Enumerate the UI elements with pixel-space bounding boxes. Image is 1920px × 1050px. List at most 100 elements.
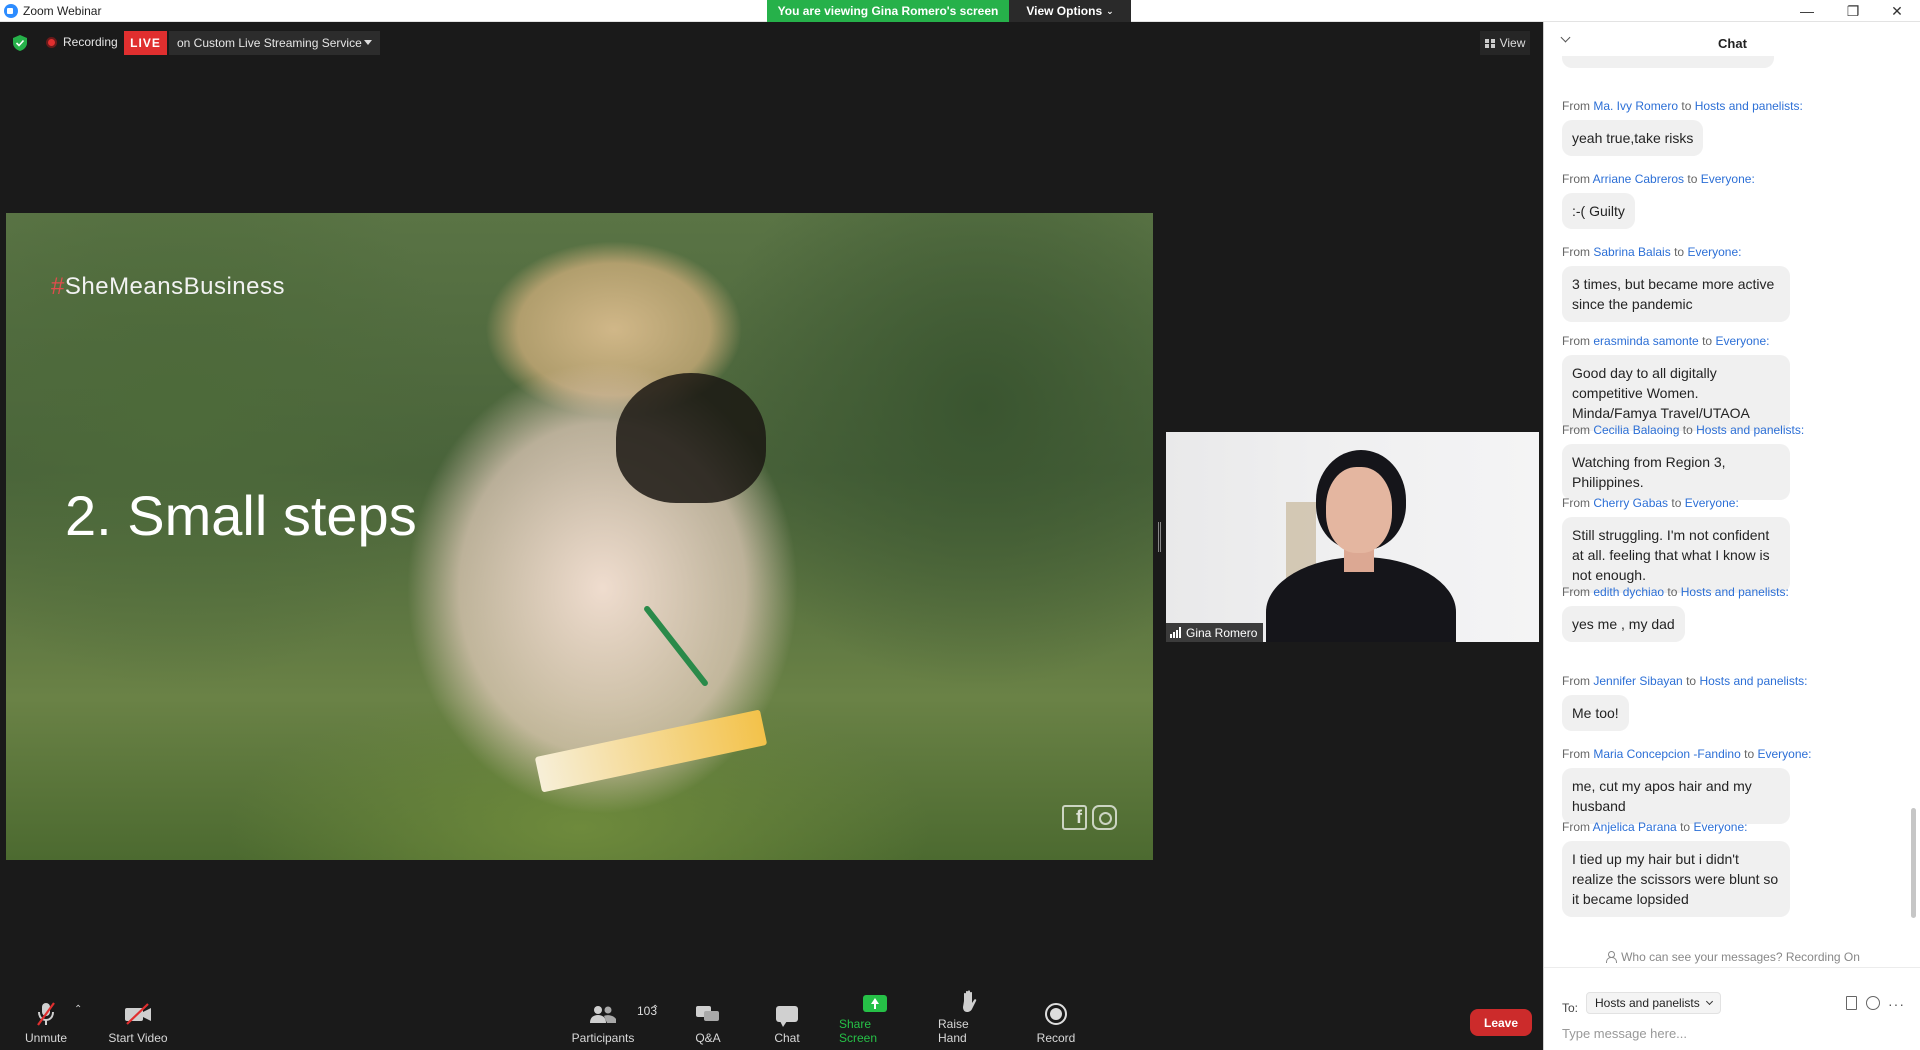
- chat-message-text: me, cut my apos hair and my husband: [1562, 768, 1790, 824]
- sender-name[interactable]: Jennifer Sibayan: [1593, 674, 1682, 688]
- meeting-toolbar: Unmute ⌃ Start Video 103 Participants ⌃ …: [0, 990, 1543, 1050]
- shield-icon[interactable]: [13, 35, 27, 51]
- close-icon[interactable]: ✕: [1874, 0, 1920, 22]
- recipient-name: Everyone:: [1684, 496, 1739, 510]
- chat-message-list[interactable]: From Ma. Ivy Romero to Hosts and panelis…: [1544, 56, 1906, 946]
- sender-name[interactable]: Sabrina Balais: [1593, 245, 1670, 259]
- share-screen-label: Share Screen: [839, 1017, 878, 1045]
- sender-name[interactable]: Arriane Cabreros: [1593, 172, 1684, 186]
- chat-message: From edith dychiao to Hosts and panelist…: [1562, 584, 1902, 642]
- slide-photo-book: [534, 709, 768, 793]
- start-video-label: Start Video: [108, 1031, 168, 1045]
- view-layout-button[interactable]: View: [1480, 31, 1530, 55]
- raise-hand-label: Raise Hand: [938, 1017, 969, 1045]
- recipient-select[interactable]: Hosts and panelists: [1586, 992, 1721, 1014]
- live-stream-label: on Custom Live Streaming Service: [177, 36, 362, 50]
- chat-message: From Sabrina Balais to Everyone: 3 times,…: [1562, 244, 1902, 322]
- chat-button[interactable]: Chat: [771, 994, 803, 1050]
- to-word: to: [1686, 674, 1697, 688]
- to-word: to: [1681, 99, 1692, 113]
- unmute-label: Unmute: [24, 1031, 68, 1045]
- share-screen-icon: [863, 995, 887, 1012]
- chat-message-header: From Ma. Ivy Romero to Hosts and panelis…: [1562, 98, 1902, 114]
- speaker-video[interactable]: Gina Romero: [1166, 432, 1539, 642]
- chat-message-text: Still struggling. I'm not confident at a…: [1562, 517, 1790, 593]
- restore-icon[interactable]: ❐: [1830, 0, 1876, 22]
- chat-message-header: From Cherry Gabas to Everyone:: [1562, 495, 1902, 511]
- chat-scrollbar[interactable]: [1911, 808, 1916, 918]
- sender-name[interactable]: Cherry Gabas: [1593, 496, 1668, 510]
- window-title: Zoom Webinar: [23, 4, 102, 18]
- unmute-button[interactable]: Unmute: [22, 994, 70, 1050]
- hashtag-text: SheMeansBusiness: [64, 273, 285, 300]
- file-icon[interactable]: [1846, 996, 1857, 1010]
- raise-hand-button[interactable]: Raise Hand: [938, 990, 1000, 1050]
- live-stream-dropdown[interactable]: on Custom Live Streaming Service: [169, 31, 380, 55]
- slide-hashtag: #SheMeansBusiness: [51, 273, 285, 301]
- chat-message-text: 3 times, but became more active since th…: [1562, 266, 1790, 322]
- minimize-icon[interactable]: —: [1784, 0, 1830, 22]
- from-word: From: [1562, 496, 1590, 510]
- recipient-name: Everyone:: [1700, 172, 1755, 186]
- view-layout-label: View: [1499, 36, 1526, 50]
- audio-options-chevron-icon[interactable]: ⌃: [74, 1004, 82, 1015]
- instagram-icon: [1092, 805, 1117, 830]
- chat-message-header: From erasminda samonte to Everyone:: [1562, 333, 1902, 349]
- sender-name[interactable]: Cecilia Balaoing: [1593, 423, 1679, 437]
- share-screen-button[interactable]: Share Screen: [839, 994, 911, 1050]
- emoji-icon[interactable]: [1866, 996, 1880, 1010]
- chat-message-text: yes me , my dad: [1562, 606, 1685, 642]
- sender-name[interactable]: Anjelica Parana: [1593, 820, 1677, 834]
- qa-label: Q&A: [695, 1031, 721, 1045]
- view-options-button[interactable]: View Options ⌄: [1009, 0, 1131, 22]
- start-video-button[interactable]: Start Video: [108, 994, 168, 1050]
- viewing-screen-banner: You are viewing Gina Romero's screen: [767, 0, 1009, 22]
- chat-message-header: From Cecilia Balaoing to Hosts and panel…: [1562, 422, 1902, 438]
- chat-message: From Arriane Cabreros to Everyone::-( Gu…: [1562, 171, 1902, 229]
- message-visibility-text: Who can see your messages? Recording On: [1621, 949, 1860, 964]
- signal-strength-icon: [1170, 627, 1181, 638]
- to-word: to: [1682, 423, 1693, 437]
- speaker-name: Gina Romero: [1186, 625, 1258, 640]
- sender-name[interactable]: Maria Concepcion -Fandino: [1593, 747, 1740, 761]
- sender-name[interactable]: Ma. Ivy Romero: [1593, 99, 1678, 113]
- meeting-stage: Recording LIVE on Custom Live Streaming …: [0, 22, 1543, 1050]
- video-off-icon: [124, 1001, 152, 1027]
- leave-button[interactable]: Leave: [1470, 1009, 1532, 1036]
- from-word: From: [1562, 172, 1590, 186]
- record-label: Record: [1036, 1031, 1076, 1045]
- chat-message-input[interactable]: [1562, 1022, 1902, 1044]
- recipient-name: Hosts and panelists:: [1696, 423, 1805, 437]
- recipient-name: Everyone:: [1693, 820, 1748, 834]
- message-visibility-note[interactable]: Who can see your messages? Recording On: [1544, 946, 1920, 968]
- to-word: to: [1744, 747, 1755, 761]
- chat-message: From Cecilia Balaoing to Hosts and panel…: [1562, 422, 1902, 500]
- record-button[interactable]: Record: [1036, 994, 1076, 1050]
- chat-message-text: yeah true,take risks: [1562, 120, 1704, 156]
- qa-button[interactable]: Q&A: [692, 994, 724, 1050]
- recipient-label: To:: [1562, 1001, 1579, 1015]
- record-icon: [1045, 1003, 1067, 1025]
- participants-options-chevron-icon[interactable]: ⌃: [651, 1004, 659, 1015]
- speaker-face: [1326, 467, 1392, 553]
- chat-message-partial: [1562, 56, 1774, 68]
- from-word: From: [1562, 334, 1590, 348]
- chat-message-header: From edith dychiao to Hosts and panelist…: [1562, 584, 1902, 600]
- muted-microphone-icon: [36, 1001, 56, 1027]
- view-options-label: View Options: [1026, 4, 1103, 18]
- chat-message: From Maria Concepcion -Fandino to Everyo…: [1562, 746, 1902, 824]
- to-word: to: [1671, 496, 1682, 510]
- sender-name[interactable]: erasminda samonte: [1593, 334, 1698, 348]
- participants-icon: 103: [589, 1001, 657, 1027]
- grid-icon: [1484, 38, 1495, 48]
- more-options-icon[interactable]: ···: [1888, 996, 1905, 1012]
- caret-down-icon: [364, 40, 372, 45]
- meeting-top-bar: Recording LIVE on Custom Live Streaming …: [0, 22, 1543, 62]
- sender-name[interactable]: edith dychiao: [1593, 585, 1664, 599]
- chat-message-text: :-( Guilty: [1562, 193, 1635, 229]
- resize-handle[interactable]: [1158, 522, 1161, 552]
- chevron-down-icon: ⌄: [1106, 5, 1114, 16]
- person-icon: [1605, 951, 1618, 963]
- participants-button[interactable]: 103 Participants: [570, 994, 657, 1050]
- from-word: From: [1562, 674, 1590, 688]
